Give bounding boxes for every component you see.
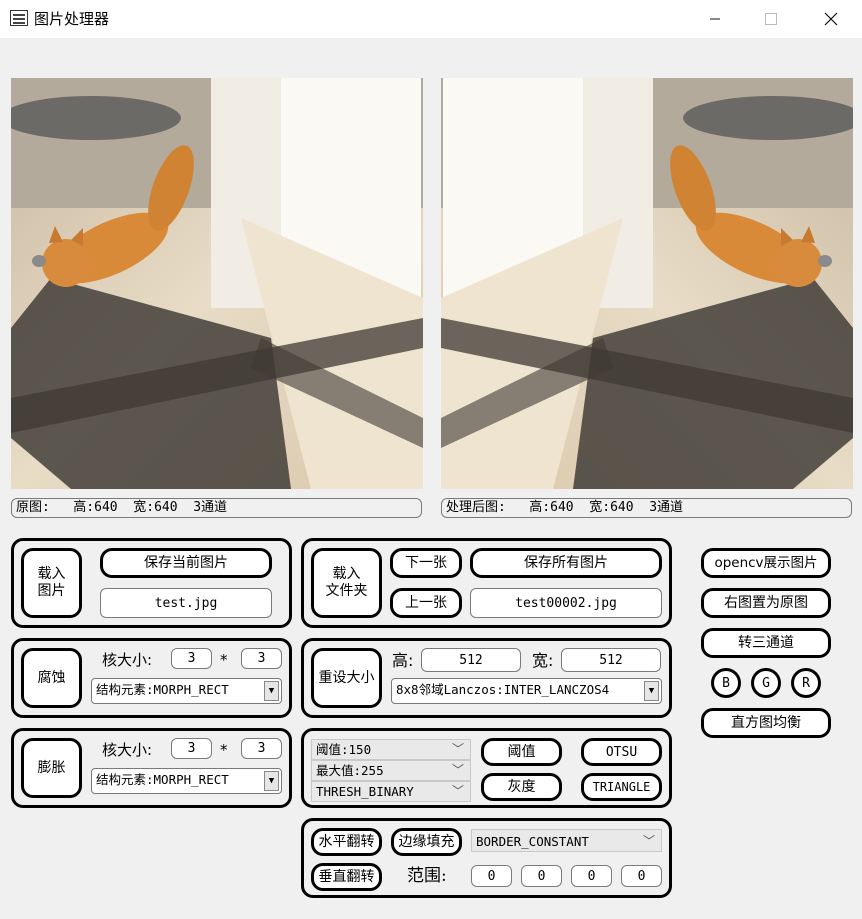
original-info: 原图: 高:640 宽:640 3通道 [11, 498, 422, 518]
horizontal-flip-button[interactable]: 水平翻转 [311, 828, 382, 856]
chevron-down-icon: ﹀ [451, 784, 464, 798]
next-image-button[interactable]: 下一张 [390, 548, 462, 578]
erode-struct-select[interactable]: 结构元素:MORPH_RECT ▼ [91, 678, 282, 704]
processed-image [441, 78, 853, 489]
resize-width-label: 宽: [532, 651, 554, 670]
erode-kernel-width[interactable]: 3 [171, 648, 212, 669]
chevron-down-icon: ▼ [644, 681, 659, 701]
otsu-button[interactable]: OTSU [581, 738, 662, 766]
resize-interp-select[interactable]: 8x8邻域Lanczos:INTER_LANCZOS4 ▼ [391, 678, 662, 704]
title-bar: 图片处理器 [0, 0, 862, 38]
b-channel-button[interactable]: B [711, 668, 741, 698]
g-channel-button[interactable]: G [751, 668, 781, 698]
save-current-button[interactable]: 保存当前图片 [100, 548, 272, 578]
minimize-icon [710, 18, 720, 20]
resize-interp-value: 8x8邻域Lanczos:INTER_LANCZOS4 [396, 682, 610, 697]
range-right-field[interactable]: 0 [621, 865, 662, 887]
histogram-equalize-button[interactable]: 直方图均衡 [701, 708, 831, 738]
maximize-icon [765, 13, 777, 25]
load-folder-button[interactable]: 载入 文件夹 [311, 548, 382, 618]
range-top-field[interactable]: 0 [471, 865, 512, 887]
dilate-kernel-height[interactable]: 3 [241, 738, 282, 759]
thresh-value: 阈值:150 [316, 742, 372, 757]
dilate-struct-select[interactable]: 结构元素:MORPH_RECT ▼ [91, 768, 282, 794]
app-icon [10, 10, 28, 26]
resize-width-field[interactable]: 512 [561, 648, 661, 672]
erode-button[interactable]: 腐蚀 [21, 648, 82, 708]
close-button[interactable] [808, 0, 854, 38]
load-image-button[interactable]: 载入 图片 [21, 548, 82, 618]
dilate-times-label: * [220, 741, 228, 759]
dilate-button[interactable]: 膨胀 [21, 738, 82, 798]
erode-kernel-label: 核大小: [102, 651, 153, 669]
chevron-down-icon: ﹀ [451, 763, 464, 777]
resize-height-field[interactable]: 512 [421, 648, 521, 672]
thresh-value-select[interactable]: 阈值:150 ﹀ [311, 739, 471, 760]
original-image [11, 78, 423, 489]
window-title: 图片处理器 [34, 10, 110, 28]
erode-times-label: * [220, 651, 228, 669]
border-fill-button[interactable]: 边缘填充 [391, 828, 462, 856]
chevron-down-icon: ▼ [264, 681, 279, 701]
border-type-value: BORDER_CONSTANT [476, 834, 589, 849]
range-bottom-field[interactable]: 0 [521, 865, 562, 887]
processed-info: 处理后图: 高:640 宽:640 3通道 [441, 498, 852, 518]
thresh-type-value: THRESH_BINARY [316, 784, 414, 799]
to-three-channels-button[interactable]: 转三通道 [701, 628, 831, 658]
dilate-struct-value: 结构元素:MORPH_RECT [96, 772, 229, 787]
dilate-kernel-label: 核大小: [102, 741, 153, 759]
folder-filename-field[interactable]: test00002.jpg [470, 588, 662, 618]
erode-kernel-height[interactable]: 3 [241, 648, 282, 669]
opencv-show-button[interactable]: opencv展示图片 [701, 548, 831, 578]
erode-struct-value: 结构元素:MORPH_RECT [96, 682, 229, 697]
dilate-kernel-width[interactable]: 3 [171, 738, 212, 759]
triangle-button[interactable]: TRIANGLE [581, 773, 662, 801]
close-icon [824, 12, 838, 26]
maxval-select[interactable]: 最大值:255 ﹀ [311, 760, 471, 781]
maximize-button[interactable] [748, 0, 794, 38]
range-left-field[interactable]: 0 [571, 865, 612, 887]
minimize-button[interactable] [692, 0, 738, 38]
resize-height-label: 高: [392, 651, 414, 670]
threshold-button[interactable]: 阈值 [481, 738, 562, 766]
resize-button[interactable]: 重设大小 [311, 648, 382, 708]
border-type-select[interactable]: BORDER_CONSTANT ﹀ [471, 829, 662, 852]
chevron-down-icon: ﹀ [451, 742, 464, 756]
maxval-value: 最大值:255 [316, 763, 384, 778]
range-label: 范围: [407, 866, 447, 886]
thresh-type-select[interactable]: THRESH_BINARY ﹀ [311, 781, 471, 802]
current-filename-field[interactable]: test.jpg [100, 588, 272, 618]
save-all-button[interactable]: 保存所有图片 [470, 548, 662, 578]
prev-image-button[interactable]: 上一张 [390, 588, 462, 618]
r-channel-button[interactable]: R [791, 668, 821, 698]
chevron-down-icon: ▼ [264, 771, 279, 791]
set-as-original-button[interactable]: 右图置为原图 [701, 588, 831, 618]
chevron-down-icon: ﹀ [642, 834, 655, 848]
gray-button[interactable]: 灰度 [481, 773, 562, 801]
vertical-flip-button[interactable]: 垂直翻转 [311, 863, 382, 891]
